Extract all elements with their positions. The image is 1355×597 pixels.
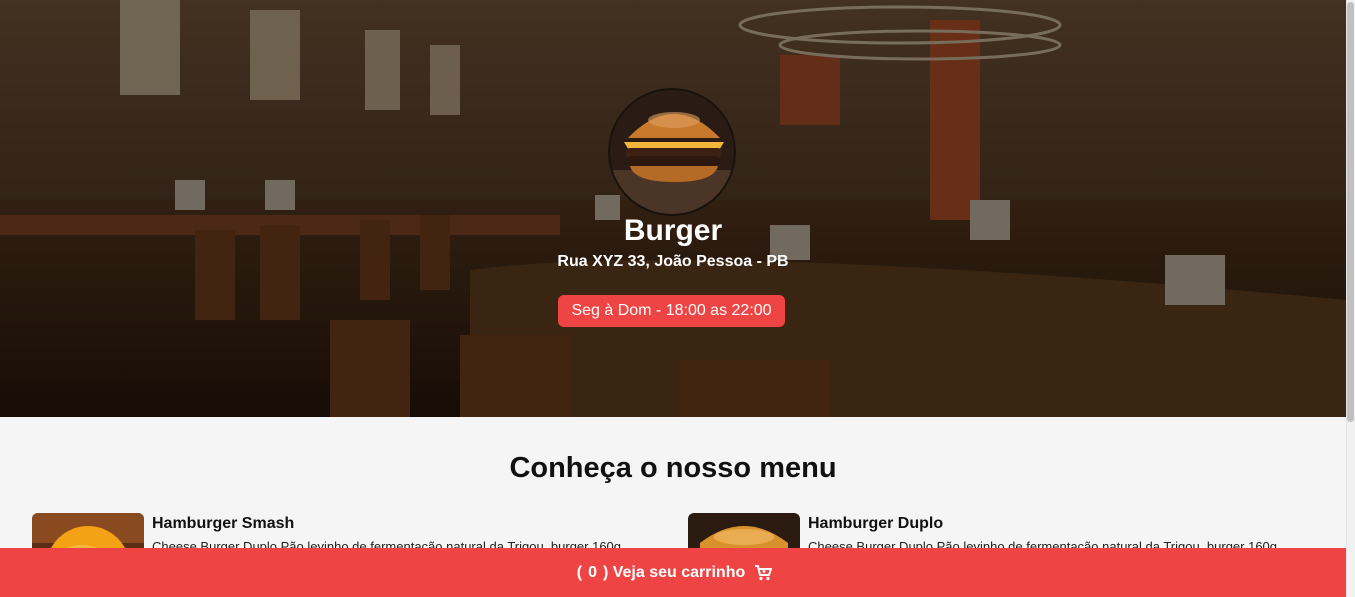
menu-item-name: Hamburger Smash bbox=[152, 515, 295, 532]
cart-label: ) Veja seu carrinho bbox=[602, 563, 746, 581]
restaurant-header: Burger Rua XYZ 33, João Pessoa - PB Seg … bbox=[0, 0, 1346, 417]
restaurant-logo bbox=[608, 88, 736, 216]
opening-hours-badge: Seg à Dom - 18:00 as 22:00 bbox=[558, 295, 785, 327]
burger-logo-image bbox=[610, 90, 734, 214]
menu-item-name: Hamburger Duplo bbox=[808, 515, 944, 532]
menu-section-title: Conheça o nosso menu bbox=[509, 452, 837, 484]
view-cart-button[interactable]: ( 0 ) Veja seu carrinho bbox=[0, 548, 1346, 597]
cart-count: 0 bbox=[588, 563, 597, 581]
cart-open-paren: ( bbox=[576, 563, 583, 581]
scrollbar-thumb[interactable] bbox=[1347, 2, 1354, 422]
hero-banner: Burger Rua XYZ 33, João Pessoa - PB Seg … bbox=[0, 0, 1346, 417]
restaurant-name: Burger bbox=[623, 214, 723, 247]
cart-icon bbox=[755, 564, 773, 580]
restaurant-address: Rua XYZ 33, João Pessoa - PB bbox=[557, 253, 789, 270]
scrollbar[interactable] bbox=[1346, 0, 1355, 597]
